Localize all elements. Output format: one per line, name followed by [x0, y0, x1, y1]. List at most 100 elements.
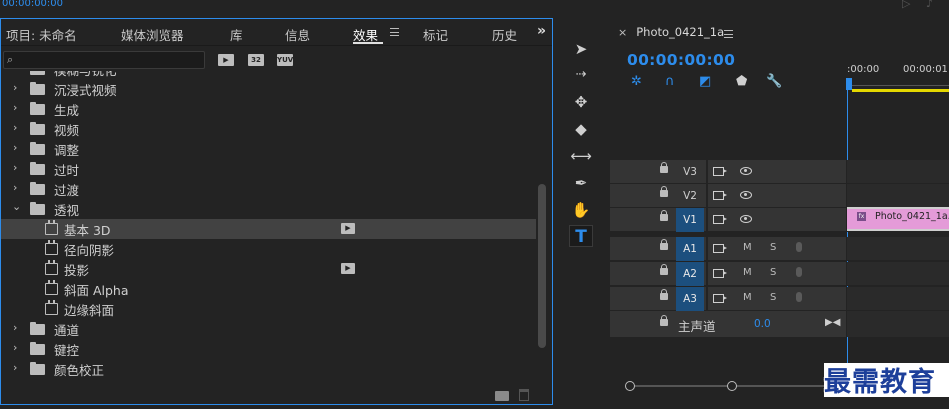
- tree-effect[interactable]: 投影 ▶: [1, 259, 536, 279]
- tree-folder[interactable]: › 键控: [1, 339, 536, 359]
- slip-tool-icon[interactable]: ⟷: [569, 145, 593, 167]
- lock-icon[interactable]: [660, 162, 668, 173]
- pen-tool-icon[interactable]: ✒: [569, 172, 593, 194]
- tab-library[interactable]: 库: [230, 25, 243, 44]
- track-target[interactable]: V1: [676, 208, 704, 232]
- tree-effect[interactable]: 径向阴影: [1, 239, 536, 259]
- eye-icon[interactable]: [740, 215, 752, 223]
- solo-button[interactable]: S: [770, 292, 776, 303]
- chevron-right-icon[interactable]: ›: [13, 101, 17, 114]
- sync-lock-icon[interactable]: [713, 215, 727, 224]
- scroll-end-handle[interactable]: [727, 381, 737, 391]
- sync-lock-icon[interactable]: [713, 294, 727, 303]
- microphone-icon[interactable]: [796, 242, 802, 252]
- tab-markers[interactable]: 标记: [423, 25, 448, 44]
- effects-search-input[interactable]: ⌕: [3, 51, 205, 69]
- chevron-right-icon[interactable]: ›: [13, 121, 17, 134]
- chevron-right-icon[interactable]: ›: [13, 321, 17, 334]
- tab-project[interactable]: 项目: 未命名: [6, 25, 77, 44]
- selection-tool-icon[interactable]: ➤: [569, 38, 593, 60]
- tree-folder[interactable]: › 生成: [1, 99, 536, 119]
- track-area-v3[interactable]: [847, 160, 949, 184]
- lock-icon[interactable]: [660, 210, 668, 221]
- master-volume[interactable]: 0.0: [754, 318, 771, 330]
- tab-history[interactable]: 历史: [492, 25, 518, 44]
- wrench-icon[interactable]: 🔧: [766, 74, 782, 89]
- tree-folder[interactable]: › 沉浸式视频: [1, 79, 536, 99]
- tree-effect-selected[interactable]: 基本 3D ▶: [1, 219, 536, 239]
- lock-icon[interactable]: [660, 239, 668, 250]
- new-bin-icon[interactable]: [495, 391, 509, 401]
- sync-lock-icon[interactable]: [713, 269, 727, 278]
- tree-folder-expanded[interactable]: ⌄ 透视: [1, 199, 536, 219]
- scroll-start-handle[interactable]: [625, 381, 635, 391]
- snap-icon[interactable]: ∩: [665, 74, 675, 89]
- sequence-tab[interactable]: × Photo_0421_1a: [618, 25, 724, 39]
- track-area-a1[interactable]: [847, 237, 949, 261]
- track-target[interactable]: V3: [676, 160, 704, 184]
- track-target[interactable]: A3: [676, 287, 704, 311]
- chevron-right-icon[interactable]: ›: [13, 81, 17, 94]
- lock-icon[interactable]: [660, 186, 668, 197]
- lock-icon[interactable]: [660, 289, 668, 300]
- track-target[interactable]: V2: [676, 184, 704, 208]
- tree-effect[interactable]: 斜面 Alpha: [1, 279, 536, 299]
- panel-menu-icon[interactable]: [390, 28, 399, 36]
- tree-folder[interactable]: › 通道: [1, 319, 536, 339]
- linked-selection-icon[interactable]: ◩: [699, 74, 711, 89]
- timeline-clip[interactable]: fx Photo_0421_1a.jpg: [847, 207, 949, 231]
- sync-lock-icon[interactable]: [713, 191, 727, 200]
- trash-icon[interactable]: [519, 389, 529, 401]
- master-track-area[interactable]: [847, 311, 949, 337]
- tree-folder[interactable]: › 过渡: [1, 179, 536, 199]
- playhead-timecode[interactable]: 00:00:00:00: [627, 51, 735, 69]
- accelerated-effects-filter-button[interactable]: ▶: [218, 54, 234, 66]
- razor-tool-icon[interactable]: ◆: [569, 118, 593, 140]
- ripple-edit-tool-icon[interactable]: ✥: [569, 91, 593, 113]
- yuv-filter-button[interactable]: YUV: [277, 54, 293, 66]
- more-tabs-icon[interactable]: »: [537, 23, 546, 39]
- sync-lock-icon[interactable]: [713, 167, 727, 176]
- solo-button[interactable]: S: [770, 242, 776, 253]
- track-area-v2[interactable]: [847, 184, 949, 208]
- chevron-right-icon[interactable]: ›: [13, 181, 17, 194]
- nest-icon[interactable]: ✲: [631, 74, 642, 89]
- eye-icon[interactable]: [740, 191, 752, 199]
- track-area-a3[interactable]: [847, 287, 949, 311]
- 32bit-filter-button[interactable]: 32: [248, 54, 264, 66]
- time-ruler[interactable]: :00:00 00:00:01:: [846, 62, 949, 92]
- tab-media-browser[interactable]: 媒体浏览器: [121, 25, 184, 44]
- solo-button[interactable]: S: [770, 267, 776, 278]
- add-marker-icon[interactable]: ⬟: [736, 74, 747, 89]
- chevron-right-icon[interactable]: ›: [13, 161, 17, 174]
- track-target[interactable]: A1: [676, 237, 704, 261]
- tree-folder[interactable]: › 颜色校正: [1, 359, 536, 379]
- timeline-menu-icon[interactable]: [724, 30, 733, 38]
- tree-folder[interactable]: › 视频: [1, 119, 536, 139]
- mute-button[interactable]: M: [743, 292, 752, 303]
- tree-effect[interactable]: 边缘斜面: [1, 299, 536, 319]
- chevron-right-icon[interactable]: ›: [13, 341, 17, 354]
- chevron-right-icon[interactable]: ›: [13, 141, 17, 154]
- tab-info[interactable]: 信息: [285, 25, 310, 44]
- hand-tool-icon[interactable]: ✋: [569, 199, 593, 221]
- track-area-a2[interactable]: [847, 262, 949, 286]
- microphone-icon[interactable]: [796, 292, 802, 302]
- tree-folder[interactable]: › 过时: [1, 159, 536, 179]
- chevron-right-icon[interactable]: ›: [13, 71, 17, 74]
- eye-icon[interactable]: [740, 167, 752, 175]
- lock-icon[interactable]: [660, 315, 668, 326]
- work-area-bar[interactable]: [852, 89, 949, 92]
- tree-folder[interactable]: › 模糊与锐化: [1, 71, 536, 79]
- mute-button[interactable]: M: [743, 242, 752, 253]
- tree-folder[interactable]: › 调整: [1, 139, 536, 159]
- mute-button[interactable]: M: [743, 267, 752, 278]
- sync-lock-icon[interactable]: [713, 244, 727, 253]
- go-to-end-icon[interactable]: ▶◀: [825, 317, 840, 328]
- track-target[interactable]: A2: [676, 262, 704, 286]
- effects-scrollbar[interactable]: [538, 184, 546, 348]
- chevron-down-icon[interactable]: ⌄: [12, 200, 21, 213]
- microphone-icon[interactable]: [796, 267, 802, 277]
- chevron-right-icon[interactable]: ›: [13, 361, 17, 374]
- track-select-tool-icon[interactable]: ⇢: [569, 64, 593, 86]
